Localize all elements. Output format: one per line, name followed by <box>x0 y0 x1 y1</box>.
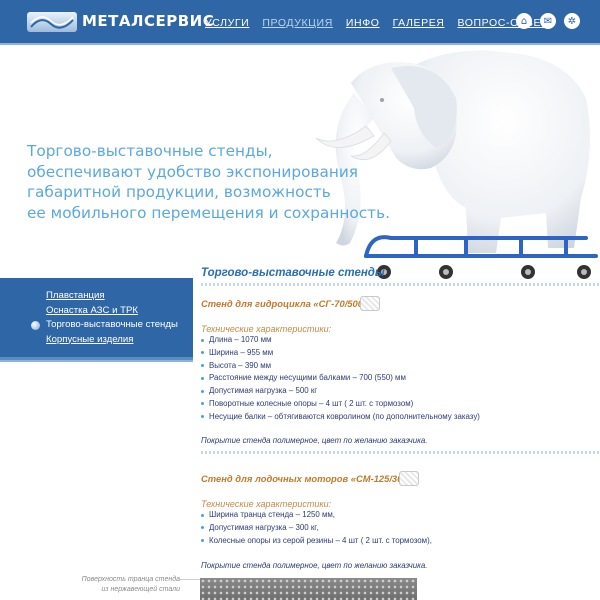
hero-line: обеспечивают удобство экспонирования <box>27 162 358 181</box>
nav-link-products[interactable]: ПРОДУКЦИЯ <box>262 17 333 29</box>
bullet-icon <box>201 389 204 393</box>
hero-line: ее мобильного перемещения и сохранность. <box>27 203 390 222</box>
coating-note: Покрытие стенда полимерное, цвет по жела… <box>201 561 428 570</box>
spec-item: Поворотные колесные опоры – 4 шт ( 2 шт.… <box>201 398 480 411</box>
bullet-icon <box>201 402 204 406</box>
bullet-icon <box>201 351 204 355</box>
nav-link-info[interactable]: ИНФО <box>346 17 380 29</box>
spec-heading: Технические характеристики: <box>201 499 332 509</box>
header-icons: ⌂ ✉ ✲ <box>516 13 580 29</box>
nav-link-gallery[interactable]: ГАЛЕРЕЯ <box>393 17 445 29</box>
mail-icon[interactable]: ✉ <box>540 13 556 29</box>
current-item-bullet-icon <box>31 321 40 330</box>
spec-item: Колесные опоры из серой резины – 4 шт ( … <box>201 535 432 548</box>
spec-heading: Технические характеристики: <box>201 324 332 334</box>
bullet-icon <box>201 338 204 342</box>
caption-line: из нержавеющей стали <box>101 585 180 593</box>
product-title[interactable]: Стенд для гидроцикла «СГ-70/500» <box>201 298 368 309</box>
bullet-icon <box>201 539 204 543</box>
sidebar-item-azs-trk[interactable]: Оснастка АЗС и ТРК <box>46 304 178 319</box>
stainless-steel-texture-photo[interactable] <box>200 578 417 600</box>
nav-link-services[interactable]: УСЛУГИ <box>205 17 249 29</box>
sitemap-icon[interactable]: ✲ <box>564 13 580 29</box>
caption-pointer-line <box>178 579 200 580</box>
sidebar-menu: Плавстанция Оснастка АЗС и ТРК Торгово-в… <box>46 289 178 347</box>
caption-line: Поверхность транца стенда <box>81 576 180 583</box>
product-divider <box>201 451 600 454</box>
photo-caption: Поверхность транца стенда из нержавеющей… <box>78 575 180 594</box>
product-title[interactable]: Стенд для лодочных моторов «СМ-125/300» <box>201 473 413 484</box>
logo-waves-icon <box>30 16 74 29</box>
spec-item: Ширина – 955 мм <box>201 347 480 360</box>
spec-item: Высота – 390 мм <box>201 360 480 373</box>
hero-line: габаритной продукции, возможность <box>27 183 331 201</box>
coating-note: Покрытие стенда полимерное, цвет по жела… <box>201 436 428 445</box>
spec-item: Ширина транца стенда – 1250 мм, <box>201 509 432 522</box>
metalservice-logo-icon[interactable] <box>27 12 77 32</box>
spec-item: Допустимая нагрузка – 500 кг <box>201 385 480 398</box>
sidebar-item-cases[interactable]: Корпусные изделия <box>46 333 178 348</box>
section-title: Торгово-выставочные стенды <box>201 267 385 279</box>
spec-item: Расстояние между несущими балками – 700 … <box>201 372 480 385</box>
bullet-icon <box>201 415 204 419</box>
brand-name[interactable]: МЕТАЛСЕРВИС <box>82 12 214 30</box>
spec-list: Ширина транца стенда – 1250 мм, Допустим… <box>201 509 432 547</box>
spec-item: Несущие балки – обтягиваются ковролином … <box>201 411 480 424</box>
spec-item: Допустимая нагрузка – 300 кг, <box>201 522 432 535</box>
spec-list: Длина – 1070 мм Ширина – 955 мм Высота –… <box>201 334 480 424</box>
bullet-icon <box>201 513 204 517</box>
hero-line: Торгово-выставочные стенды, <box>27 142 273 160</box>
main-nav: УСЛУГИ ПРОДУКЦИЯ ИНФО ГАЛЕРЕЯ ВОПРОС-ОТВ… <box>205 17 548 29</box>
sidebar-item-plavstantsiya[interactable]: Плавстанция <box>46 289 178 304</box>
product-photo-zoom-icon[interactable] <box>399 471 419 486</box>
spec-item: Длина – 1070 мм <box>201 334 480 347</box>
home-icon[interactable]: ⌂ <box>516 13 532 29</box>
sidebar-item-stands[interactable]: Торгово-выставочные стенды <box>46 318 178 333</box>
hero-tagline: Торгово-выставочные стенды, обеспечивают… <box>27 141 407 223</box>
product-photo-zoom-icon[interactable] <box>360 296 380 311</box>
bullet-icon <box>201 526 204 530</box>
title-divider <box>201 283 600 286</box>
bullet-icon <box>201 376 204 380</box>
bullet-icon <box>201 364 204 368</box>
